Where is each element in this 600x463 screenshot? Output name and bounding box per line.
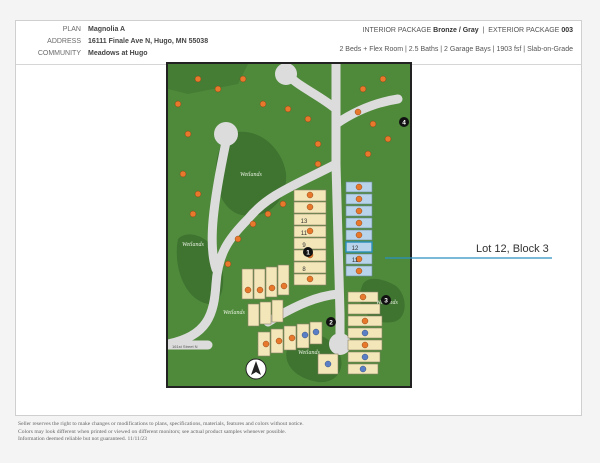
site-map-graphic: 13 11 9 8 12 11 Wetlands Wetlands Wetlan… <box>168 64 410 386</box>
address-value: 16111 Finale Ave N, Hugo, MN 55038 <box>88 38 209 45</box>
wetlands-label: Wetlands <box>240 172 262 178</box>
plan-label: PLAN <box>62 26 81 33</box>
property-info: PLAN Magnolia A ADDRESS 16111 Finale Ave… <box>16 24 216 60</box>
interior-package-label: INTERIOR PACKAGE <box>362 27 432 34</box>
street-label: 161st Street N <box>172 344 198 349</box>
plan-value: Magnolia A <box>88 26 126 33</box>
disclaimer-line: Colors may look different when printed o… <box>18 428 287 435</box>
block-marker: 1 <box>306 250 310 257</box>
lot-number: 13 <box>301 219 308 225</box>
cul-de-sac <box>275 64 297 85</box>
lot-number: 12 <box>352 246 359 252</box>
block-marker: 2 <box>329 320 333 327</box>
interior-package-value: Bronze / Gray <box>433 27 479 34</box>
wetlands-label: Wetlands <box>298 350 320 356</box>
block-marker: 3 <box>384 298 388 305</box>
disclaimer-line: Information deemed reliable but not guar… <box>18 436 147 442</box>
disclaimer-line: Seller reserves the right to make change… <box>18 421 304 427</box>
address-label: ADDRESS <box>47 38 81 45</box>
package-separator: | <box>482 27 485 34</box>
lot-callout: Lot 12, Block 3 <box>476 243 549 255</box>
exterior-package-label: EXTERIOR PACKAGE <box>488 27 560 34</box>
wetlands-label: Wetlands <box>223 310 245 316</box>
community-label: COMMUNITY <box>37 50 81 57</box>
north-arrow-icon <box>245 358 267 380</box>
specs-line: 2 Beds + Flex Room | 2.5 Baths | 2 Garag… <box>339 46 573 53</box>
lot-number: 11 <box>352 258 359 264</box>
package-line: INTERIOR PACKAGE Bronze / Gray | EXTERIO… <box>339 25 574 37</box>
site-map: 13 11 9 8 12 11 Wetlands Wetlands Wetlan… <box>166 62 412 388</box>
block-marker: 4 <box>402 120 406 127</box>
wetlands-label: Wetlands <box>182 242 204 248</box>
community-value: Meadows at Hugo <box>88 50 148 57</box>
lot-number: 11 <box>301 231 308 237</box>
disclaimer: Seller reserves the right to make change… <box>18 421 304 444</box>
exterior-package-value: 003 <box>561 27 573 34</box>
package-info: INTERIOR PACKAGE Bronze / Gray | EXTERIO… <box>339 25 573 56</box>
cul-de-sac <box>214 122 238 146</box>
